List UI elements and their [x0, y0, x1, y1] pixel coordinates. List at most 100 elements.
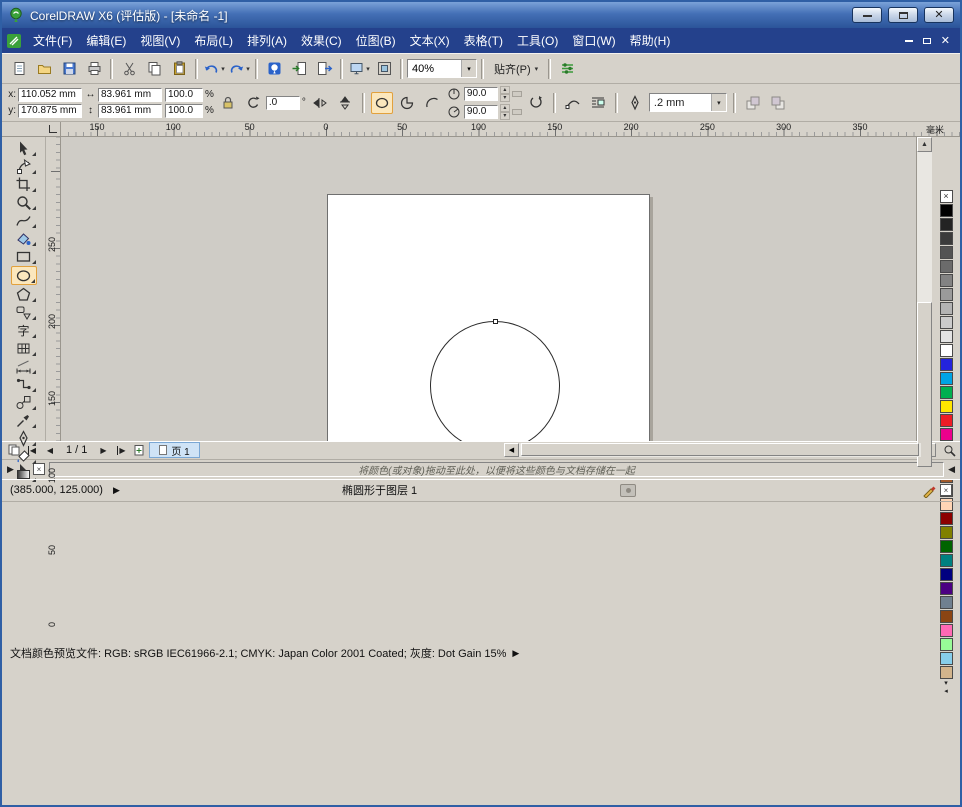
menu-tools[interactable]: 工具(O) [510, 29, 565, 52]
maximize-button[interactable] [888, 7, 918, 23]
zoom-level-select[interactable]: 40% ▾ [407, 59, 477, 78]
snap-to-button[interactable]: 贴齐(P) ▾ [488, 58, 544, 80]
palette-swatch[interactable] [939, 232, 953, 245]
scroll-left-icon[interactable]: ◀ [504, 443, 519, 457]
basic-shapes-tool[interactable] [11, 304, 37, 321]
palette-swatch[interactable] [939, 302, 953, 315]
scroll-up-icon[interactable]: ▲ [917, 137, 932, 152]
next-page-icon[interactable]: ▶ [95, 443, 111, 457]
palette-swatch[interactable] [939, 274, 953, 287]
palette-swatch[interactable] [939, 260, 953, 273]
palette-swatch[interactable] [939, 218, 953, 231]
redo-dropdown-icon[interactable]: ▾ [246, 65, 250, 73]
v-ruler[interactable]: 250 200 150 100 50 0 [46, 137, 61, 627]
scale-y-input[interactable] [165, 103, 203, 118]
fill-tool[interactable] [11, 448, 37, 465]
lock-ratio-button[interactable] [217, 92, 239, 114]
palette-swatch[interactable] [939, 330, 953, 343]
start-angle-spinner[interactable]: ▴ ▾ [499, 85, 510, 102]
open-button[interactable] [32, 57, 56, 81]
horizontal-scroll-track[interactable] [519, 443, 921, 457]
palette-swatch[interactable] [939, 358, 953, 371]
object-width-input[interactable] [98, 87, 162, 102]
outline-width-select[interactable]: .2 mm ▾ [648, 93, 727, 112]
doc-minimize-icon[interactable] [904, 39, 913, 42]
options-button[interactable] [555, 57, 579, 81]
save-button[interactable] [57, 57, 81, 81]
to-back-button[interactable] [767, 92, 789, 114]
palette-swatch[interactable] [939, 414, 953, 427]
end-angle-input[interactable] [463, 104, 498, 119]
paste-button[interactable] [167, 57, 191, 81]
rectangle-tool[interactable] [11, 248, 37, 265]
outline-width-dropdown-icon[interactable]: ▾ [710, 94, 726, 111]
change-direction-button[interactable] [525, 92, 547, 114]
scale-x-input[interactable] [165, 87, 203, 102]
horizontal-scroll-thumb[interactable] [521, 443, 919, 456]
no-color-swatch[interactable]: × [939, 190, 953, 203]
menu-window[interactable]: 窗口(W) [565, 29, 622, 52]
mirror-horizontal-button[interactable] [309, 92, 331, 114]
document-properties-icon[interactable] [620, 483, 636, 497]
zoom-tool[interactable] [11, 194, 37, 211]
eyedropper-tool[interactable] [11, 412, 37, 429]
menu-view[interactable]: 视图(V) [133, 29, 187, 52]
freehand-tool[interactable] [11, 212, 37, 229]
print-button[interactable] [82, 57, 106, 81]
last-page-icon[interactable]: ▶ [113, 443, 129, 457]
vertical-scrollbar[interactable]: ▲ ▼ [916, 137, 932, 467]
end-angle-spinner[interactable]: ▴ ▾ [499, 103, 510, 120]
palette-swatch[interactable] [939, 400, 953, 413]
shape-tool[interactable] [11, 158, 37, 175]
redo-button[interactable]: ▾ [227, 57, 251, 81]
y-position-input[interactable] [18, 103, 82, 118]
ellipse-node-handle[interactable] [493, 319, 498, 324]
menu-layout[interactable]: 布局(L) [187, 29, 240, 52]
menu-bitmaps[interactable]: 位图(B) [349, 29, 403, 52]
outline-color-indicator-icon[interactable] [922, 482, 936, 498]
palette-swatch[interactable] [939, 246, 953, 259]
previous-page-icon[interactable]: ◀ [42, 443, 58, 457]
menu-file[interactable]: 文件(F) [26, 29, 79, 52]
dock-collapse-icon[interactable]: ◀ [948, 464, 955, 475]
ellipse-tool[interactable] [10, 266, 37, 285]
doc-close-icon[interactable]: ✕ [941, 34, 950, 47]
export-button[interactable] [312, 57, 336, 81]
doc-restore-icon[interactable] [922, 37, 931, 44]
crop-tool[interactable] [11, 176, 37, 193]
start-angle-extra-button[interactable] [511, 90, 522, 97]
page-tab[interactable]: 页 1 [149, 442, 200, 458]
wrap-text-button[interactable] [587, 92, 609, 114]
undo-button[interactable]: ▾ [202, 57, 226, 81]
cut-button[interactable] [117, 57, 141, 81]
color-info-menu-icon[interactable]: ▶ [512, 648, 519, 659]
drawing-canvas[interactable] [61, 137, 916, 441]
nav-zoom-icon[interactable] [940, 443, 958, 458]
text-tool[interactable]: 字 [11, 322, 37, 339]
palette-swatch[interactable] [939, 288, 953, 301]
menu-edit[interactable]: 编辑(E) [79, 29, 133, 52]
view-mode-button[interactable]: ▾ [347, 57, 371, 81]
add-page-icon[interactable] [131, 443, 147, 457]
undo-dropdown-icon[interactable]: ▾ [221, 65, 225, 73]
close-button[interactable]: ✕ [924, 7, 954, 23]
pie-mode-button[interactable] [396, 92, 418, 114]
start-angle-input[interactable] [463, 86, 498, 101]
color-dock-hint[interactable]: 将颜色(或对象)拖动至此处，以便将这些颜色与文档存储在一起 [48, 461, 945, 477]
coords-menu-icon[interactable]: ▶ [113, 485, 120, 496]
fullscreen-preview-button[interactable] [372, 57, 396, 81]
menu-effects[interactable]: 效果(C) [294, 29, 349, 52]
rotation-angle-input[interactable] [265, 95, 300, 110]
convert-to-curve-button[interactable] [562, 92, 584, 114]
palette-swatch[interactable] [939, 316, 953, 329]
import-button[interactable] [287, 57, 311, 81]
minimize-button[interactable] [852, 7, 882, 23]
pick-tool[interactable] [11, 140, 37, 157]
blend-tool[interactable] [11, 394, 37, 411]
polygon-tool[interactable] [11, 286, 37, 303]
palette-swatch[interactable] [939, 386, 953, 399]
h-ruler[interactable]: 毫米 150 100 50 0 50 100 150 200 250 300 350 [61, 122, 960, 136]
drawn-ellipse[interactable] [430, 321, 560, 441]
to-front-button[interactable] [742, 92, 764, 114]
fill-color-indicator-icon[interactable]: × [940, 484, 952, 496]
